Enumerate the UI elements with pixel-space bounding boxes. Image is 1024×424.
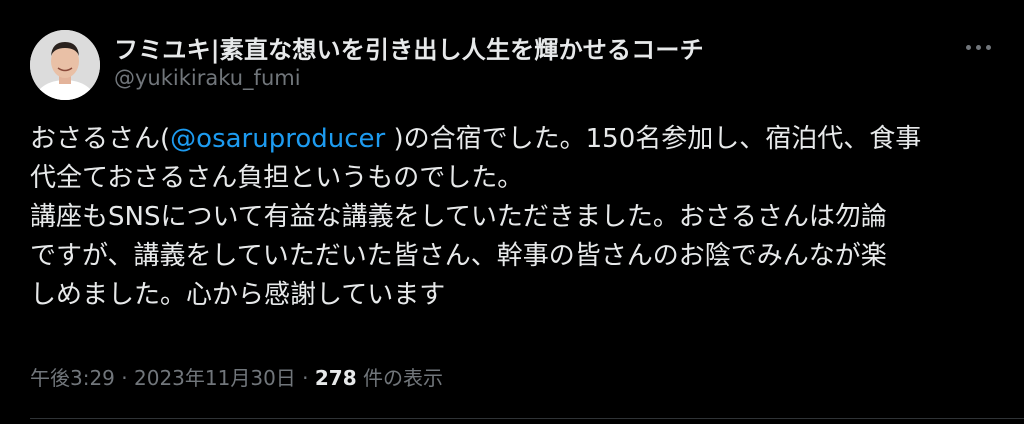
view-count: 278 [314,366,357,390]
post-text-line: ですが、講義をしていただいた皆さん、幹事の皆さんのお陰でみんなが楽 [30,241,887,271]
avatar[interactable] [30,30,100,100]
post-text-segment: おさるさん( [30,124,171,154]
separator: · [295,366,315,390]
view-label: 件の表示 [356,366,443,390]
author-handle[interactable]: @yukikiraku_fumi [114,66,301,90]
post-text-segment: )の合宿でした。150名参加し、宿泊代、食事 [385,124,922,154]
more-options-button[interactable] [958,32,998,62]
more-horizontal-icon [965,44,971,50]
post-date-link[interactable]: 2023年11月30日 [134,366,296,390]
post-text: おさるさん(@osaruproducer )の合宿でした。150名参加し、宿泊代… [30,120,1005,315]
mention-link[interactable]: @osaruproducer [170,124,385,154]
post-time-link[interactable]: 午後3:29 [30,366,115,390]
post-text-line: 講座もSNSについて有益な講義をしていただきました。おさるさんは勿論 [30,202,887,232]
separator: · [114,366,134,390]
divider [30,418,1024,419]
post-text-line: おさるさん(@osaruproducer )の合宿でした。150名参加し、宿泊代… [30,120,1005,159]
post-text-line: 代全ておさるさん負担というものでした。 [30,163,524,193]
author-display-name[interactable]: フミユキ|素直な想いを引き出し人生を輝かせるコーチ [114,30,704,65]
post-metadata: 午後3:29 · 2023年11月30日 · 278 件の表示 [30,362,443,391]
more-horizontal-icon-dot [985,44,991,50]
post-text-line: しめました。心から感謝しています [30,280,446,310]
more-horizontal-icon-dot [975,44,981,50]
